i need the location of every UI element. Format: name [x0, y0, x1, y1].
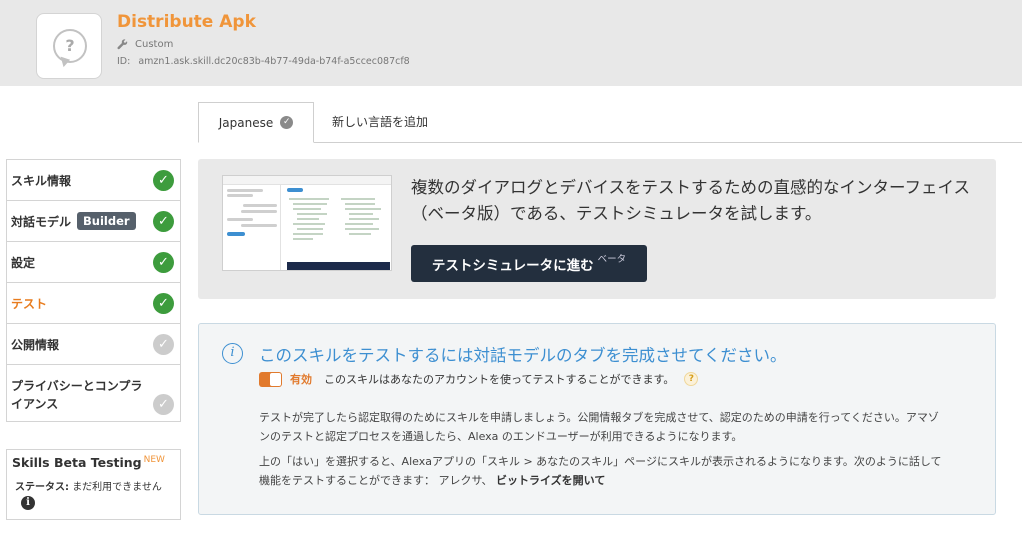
- builder-badge[interactable]: Builder: [77, 212, 136, 230]
- check-circle-icon: ✓: [153, 211, 174, 232]
- beta-title: Skills Beta Testing NEW: [12, 455, 165, 471]
- skill-id-label: ID:: [117, 56, 131, 67]
- check-circle-icon: ✓: [153, 334, 174, 355]
- beta-status-value: まだ利用できません: [72, 482, 162, 494]
- question-bubble-icon: ?: [53, 29, 87, 63]
- test-info-panel: i このスキルをテストするには対話モデルのタブを完成させてください。 有効 この…: [198, 323, 996, 515]
- tab-add-language[interactable]: 新しい言語を追加: [332, 113, 428, 130]
- skill-id-value: amzn1.ask.skill.dc20c83b-4b77-49da-b74f-…: [138, 56, 410, 67]
- sidebar-item-label: プライバシーとコンプライアンス: [11, 379, 143, 411]
- beta-status: ステータス: まだ利用できません: [12, 478, 175, 493]
- sidebar-nav: スキル情報 ✓ 対話モデル Builder ✓ 設定 ✓ テスト ✓ 公開情報 …: [6, 159, 181, 422]
- check-circle-icon: ✓: [153, 394, 174, 415]
- button-label: テストシミュレータに進む: [431, 257, 594, 274]
- tab-label: Japanese: [218, 115, 274, 130]
- sidebar-item-label: スキル情報: [11, 173, 72, 188]
- info-circle-icon: i: [222, 343, 243, 364]
- sidebar-item-label: 設定: [11, 255, 36, 270]
- help-icon[interactable]: ?: [684, 372, 699, 386]
- test-enable-toggle[interactable]: [259, 371, 282, 387]
- test-enable-row: 有効 このスキルはあなたのアカウントを使ってテストすることができます。 ?: [259, 371, 699, 387]
- skill-type-label: Custom: [135, 39, 174, 50]
- wrench-icon: [117, 39, 128, 50]
- info-heading: このスキルをテストするには対話モデルのタブを完成させてください。: [259, 346, 787, 365]
- check-circle-icon: ✓: [153, 293, 174, 314]
- sidebar-item-interaction-model[interactable]: 対話モデル Builder ✓: [7, 201, 180, 242]
- beta-status-label: ステータス:: [15, 482, 69, 494]
- beta-testing-panel: Skills Beta Testing NEW ステータス: まだ利用できません …: [6, 449, 181, 520]
- sidebar-item-publishing-info[interactable]: 公開情報 ✓: [7, 324, 180, 365]
- skill-header: ? Distribute Apk Custom ID: amzn1.ask.ski…: [0, 0, 1022, 86]
- sidebar-item-privacy-compliance[interactable]: プライバシーとコンプライアンス ✓: [7, 365, 180, 421]
- sidebar-item-label: 公開情報: [11, 337, 60, 352]
- skill-id: ID: amzn1.ask.skill.dc20c83b-4b77-49da-b7…: [117, 56, 410, 67]
- check-circle-icon: ✓: [153, 252, 174, 273]
- sidebar-item-label: テスト: [11, 296, 48, 311]
- toggle-description: このスキルはあなたのアカウントを使ってテストすることができます。: [324, 373, 675, 386]
- tab-japanese[interactable]: Japanese ✓: [198, 102, 314, 143]
- new-badge: NEW: [143, 455, 165, 465]
- tab-divider: [198, 142, 1022, 143]
- sidebar-item-skill-info[interactable]: スキル情報 ✓: [7, 160, 180, 201]
- toggle-label: 有効: [290, 373, 312, 386]
- check-icon: ✓: [280, 116, 294, 129]
- simulator-screenshot: [222, 175, 392, 271]
- check-circle-icon: ✓: [153, 170, 174, 191]
- beta-label: ベータ: [597, 253, 627, 265]
- skill-icon-placeholder: ?: [36, 13, 102, 79]
- skill-title: Distribute Apk: [117, 12, 256, 32]
- info-icon[interactable]: i: [21, 496, 35, 511]
- promo-text: 複数のダイアログとデバイスをテストするための直感的なインターフェイス（ベータ版）…: [411, 178, 971, 223]
- certification-paragraph: テストが完了したら認定取得のためにスキルを申請しましょう。公開情報タブを完成させ…: [259, 411, 939, 443]
- invocation-phrase: ビットライズを開いて: [496, 474, 606, 487]
- go-to-simulator-button[interactable]: テストシミュレータに進む ベータ: [411, 245, 647, 282]
- sidebar-item-test[interactable]: テスト ✓: [7, 283, 180, 324]
- alexa-app-paragraph: 上の「はい」を選択すると、Alexaアプリの「スキル > あなたのスキル」ページ…: [259, 455, 942, 487]
- simulator-promo: 複数のダイアログとデバイスをテストするための直感的なインターフェイス（ベータ版）…: [198, 159, 996, 299]
- sidebar-item-configuration[interactable]: 設定 ✓: [7, 242, 180, 283]
- skill-type: Custom: [117, 39, 173, 50]
- sidebar-item-label: 対話モデル: [11, 214, 72, 229]
